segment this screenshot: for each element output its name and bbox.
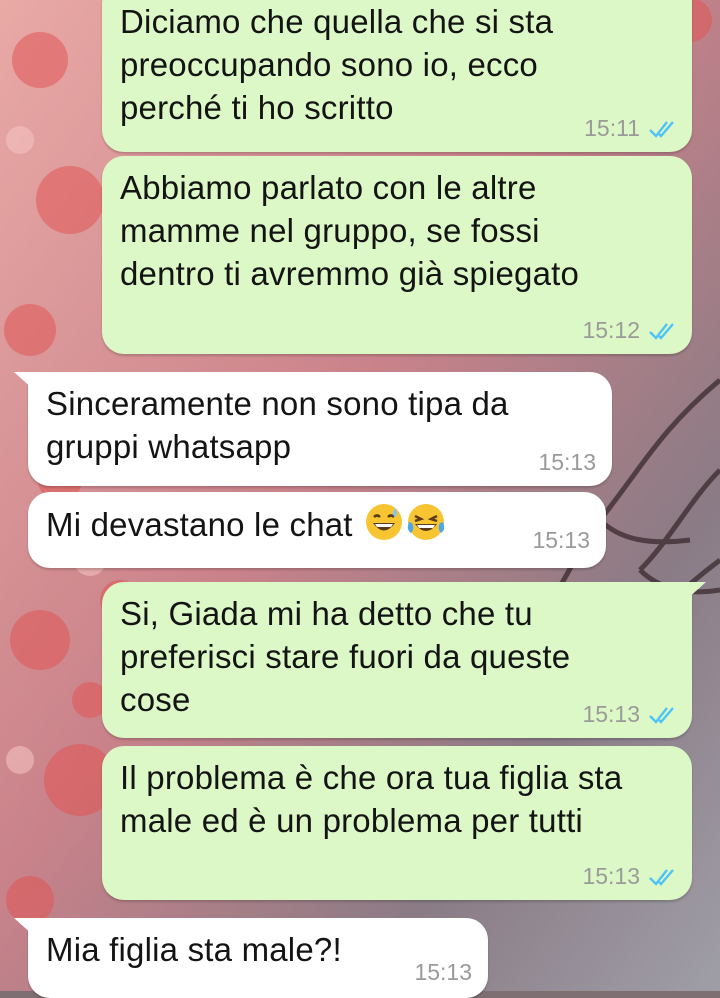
message-time: 15:12 [582,317,640,343]
message-text: Il problema è che ora tua figlia sta mal… [120,759,623,839]
message-text: Mi devastano le chat [46,502,582,546]
message-meta: 15:12 [582,317,678,344]
bubble-tail [686,582,706,600]
outgoing-message[interactable]: Il problema è che ora tua figlia sta mal… [102,746,692,900]
incoming-message[interactable]: Mi devastano le chat 15:13 [28,492,606,568]
message-time: 15:13 [582,701,640,727]
message-text: Sinceramente non sono tipa da gruppi wha… [46,385,509,465]
message-text-content: Mi devastano le chat [46,506,353,543]
incoming-message[interactable]: Mia figlia sta male?! 15:13 [14,918,488,998]
message-meta: 15:13 [532,527,590,554]
bubble-tail [14,372,34,390]
message-time: 15:13 [414,959,472,985]
tears-of-joy-emoji [407,504,445,540]
message-time: 15:11 [584,115,640,141]
message-meta: 15:13 [582,863,678,890]
incoming-message[interactable]: Sinceramente non sono tipa da gruppi wha… [14,372,612,486]
message-time: 15:13 [582,863,640,889]
message-text: Diciamo che quella che si sta preoccupan… [120,3,554,126]
message-list[interactable]: Diciamo che quella che si sta preoccupan… [0,0,720,998]
message-time: 15:13 [538,449,596,475]
message-meta: 15:13 [538,449,596,476]
message-meta: 15:13 [414,959,472,986]
message-meta: 15:11 [584,115,678,142]
message-time: 15:13 [532,527,590,553]
double-check-read-icon [649,322,674,340]
message-text: Mia figlia sta male?! [46,931,342,968]
outgoing-message[interactable]: Abbiamo parlato con le altre mamme nel g… [102,156,692,354]
bubble-tail [14,918,34,936]
message-meta: 15:13 [582,701,678,728]
outgoing-message[interactable]: Diciamo che quella che si sta preoccupan… [102,0,692,152]
double-check-read-icon [649,120,674,138]
outgoing-message[interactable]: Si, Giada mi ha detto che tu preferisci … [102,582,706,738]
double-check-read-icon [649,868,674,886]
message-text: Abbiamo parlato con le altre mamme nel g… [120,169,580,292]
double-check-read-icon [649,706,674,724]
grinning-sweat-emoji [366,504,403,540]
